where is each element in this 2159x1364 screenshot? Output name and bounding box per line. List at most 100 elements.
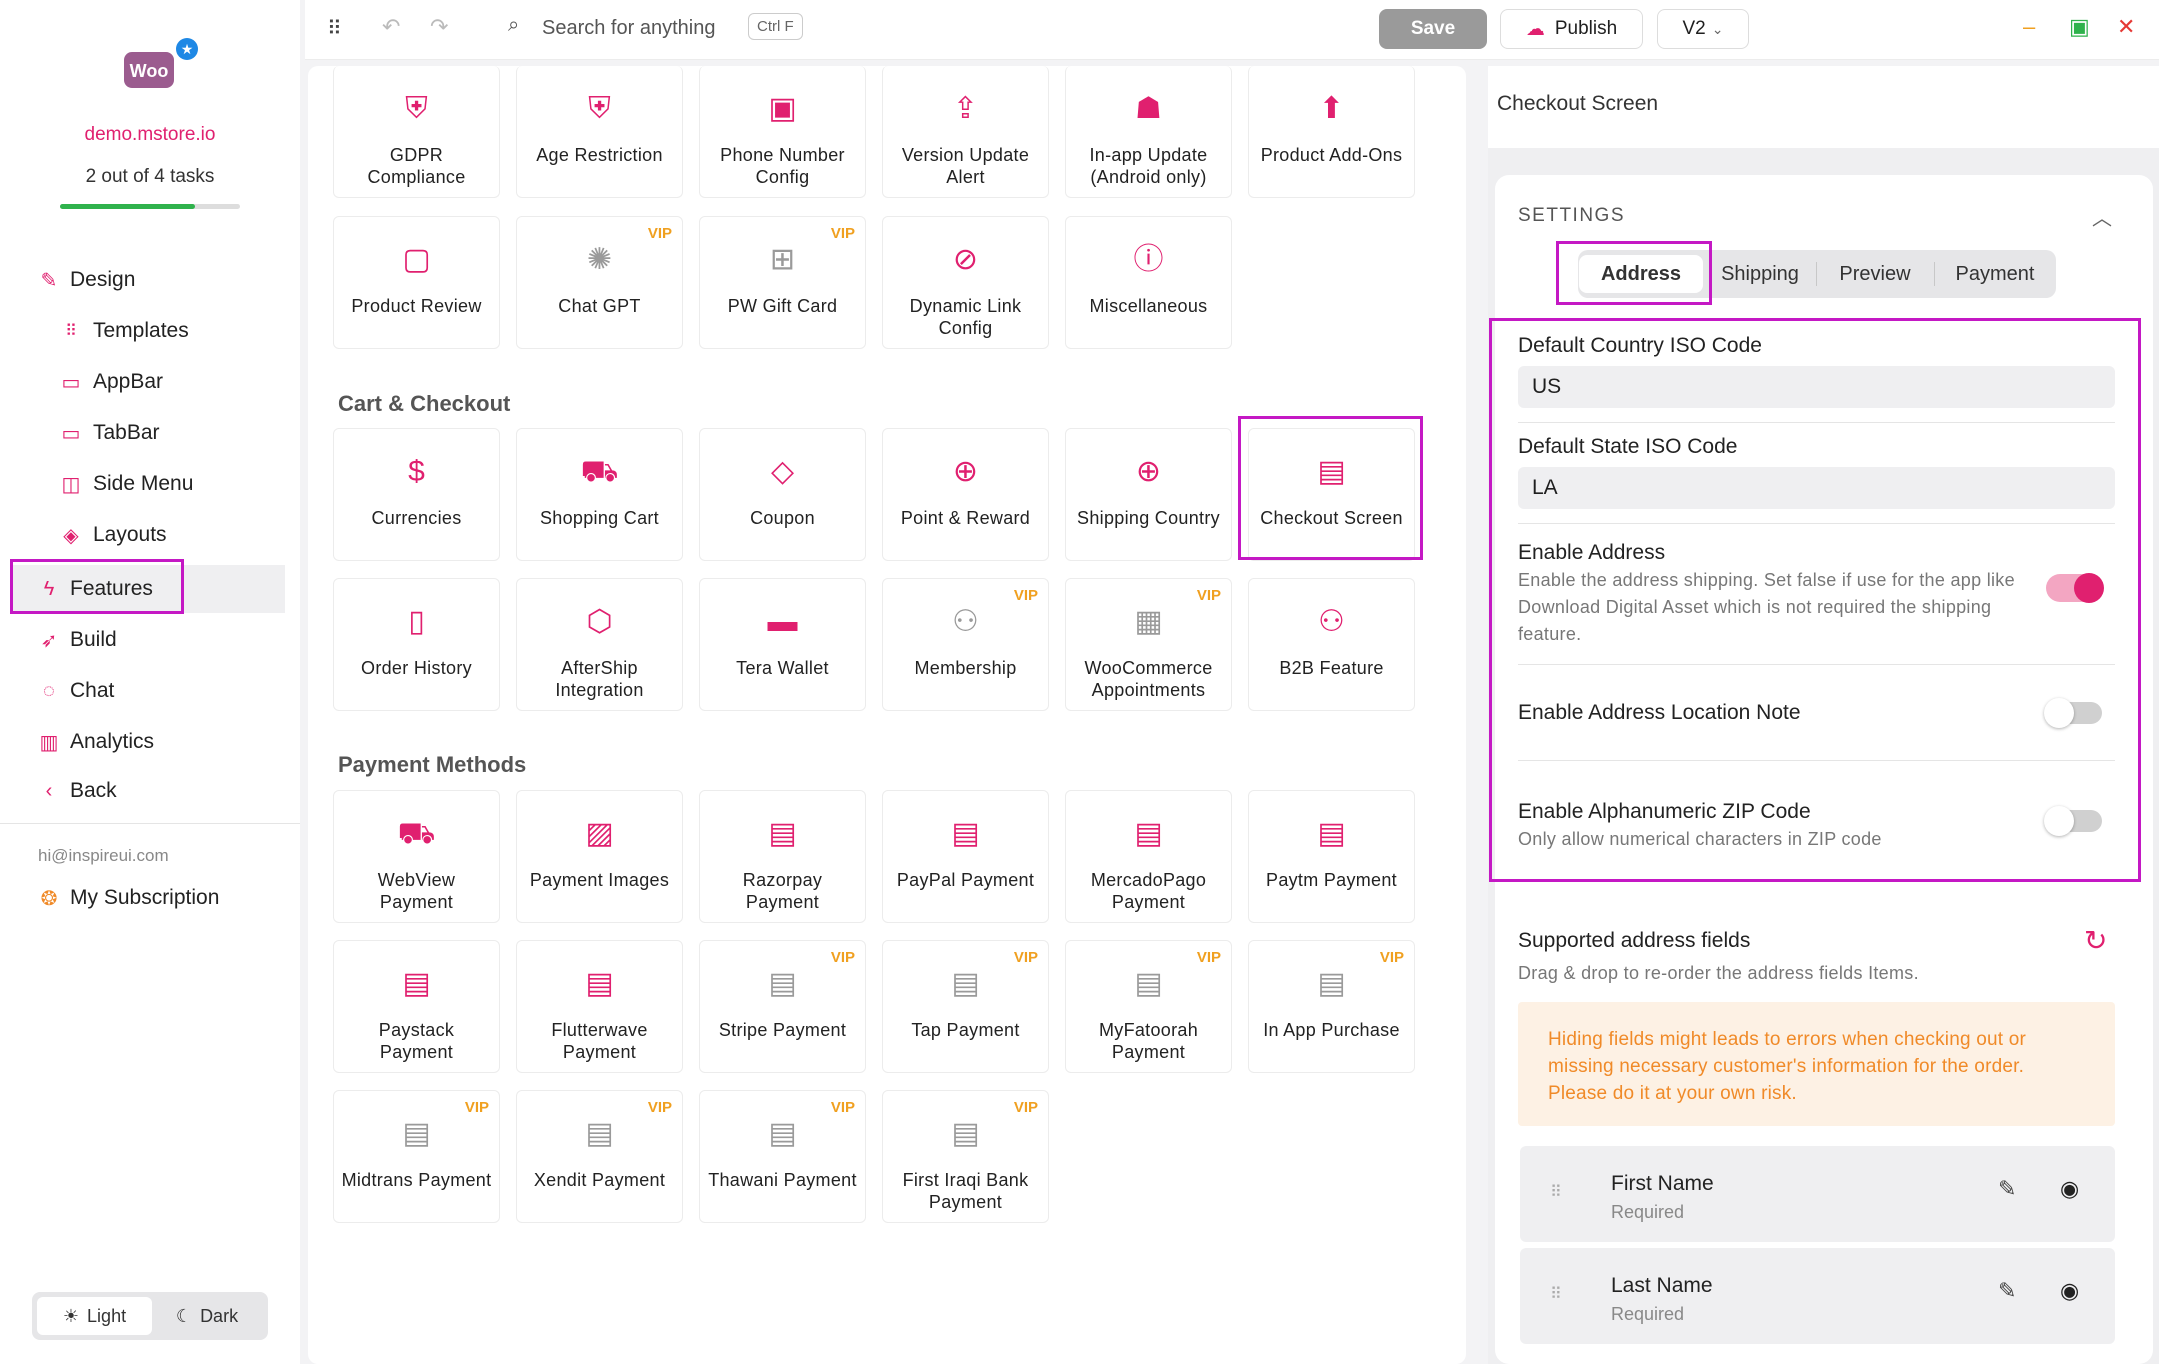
- address-field-row[interactable]: ⠿ First Name Required ✎ ◉: [1520, 1146, 2115, 1242]
- feature-card[interactable]: ▤ MercadoPago Payment: [1065, 790, 1232, 923]
- upload-icon: ⇪: [952, 92, 979, 125]
- feature-card[interactable]: ⬡ AfterShip Integration: [516, 578, 683, 711]
- feature-card[interactable]: ⚇ B2B Feature: [1248, 578, 1415, 711]
- feature-card[interactable]: ⛨ Age Restriction: [516, 66, 683, 198]
- refresh-icon[interactable]: ↻: [2084, 924, 2107, 957]
- feature-card[interactable]: ⓘ Miscellaneous: [1065, 216, 1232, 349]
- feature-card[interactable]: ▤ Tap Payment VIP: [882, 940, 1049, 1073]
- feature-card[interactable]: ▤ Paystack Payment: [333, 940, 500, 1073]
- feature-card[interactable]: ⛟ Shopping Cart: [516, 428, 683, 561]
- maximize-icon[interactable]: ▣: [2069, 14, 2090, 40]
- vip-badge: VIP: [647, 1099, 672, 1116]
- nav-tabbar[interactable]: ▭ TabBar: [0, 409, 300, 457]
- feature-card[interactable]: ▤ Stripe Payment VIP: [699, 940, 866, 1073]
- location-note-toggle[interactable]: [2044, 698, 2102, 728]
- feature-card[interactable]: ⊘ Dynamic Link Config: [882, 216, 1049, 349]
- feature-card[interactable]: ▢ Product Review: [333, 216, 500, 349]
- feature-card[interactable]: ▬ Tera Wallet: [699, 578, 866, 711]
- feature-card[interactable]: ▤ Xendit Payment VIP: [516, 1090, 683, 1223]
- save-button[interactable]: Save: [1379, 9, 1487, 49]
- tab-shipping[interactable]: Shipping: [1708, 250, 1812, 298]
- nav-label: Side Menu: [93, 472, 194, 495]
- feature-card[interactable]: ⛨ GDPR Compliance: [333, 66, 500, 198]
- nav-appbar[interactable]: ▭ AppBar: [0, 358, 300, 406]
- nav-chat[interactable]: ◌ Chat: [0, 667, 300, 715]
- feature-card-label: Checkout Screen: [1260, 508, 1403, 528]
- feature-card[interactable]: ▤ Midtrans Payment VIP: [333, 1090, 500, 1223]
- eye-icon[interactable]: ◉: [2060, 1176, 2079, 1202]
- address-field-row[interactable]: ⠿ Last Name Required ✎ ◉: [1520, 1248, 2115, 1344]
- feature-card[interactable]: ▤ Thawani Payment VIP: [699, 1090, 866, 1223]
- undo-icon[interactable]: ↶: [382, 14, 400, 40]
- user-email: hi@inspireui.com: [38, 846, 169, 865]
- feature-card[interactable]: ▤ MyFatoorah Payment VIP: [1065, 940, 1232, 1073]
- feature-card[interactable]: ☗ In-app Update (Android only): [1065, 66, 1232, 198]
- theme-light-label: Light: [87, 1305, 127, 1326]
- version-select[interactable]: V2 ⌄: [1657, 9, 1749, 49]
- feature-card[interactable]: ▤ Paytm Payment: [1248, 790, 1415, 923]
- drag-handle-icon[interactable]: ⠿: [1550, 1182, 1562, 1202]
- feature-card[interactable]: $ Currencies: [333, 428, 500, 561]
- feature-card[interactable]: ▤ Checkout Screen: [1248, 428, 1415, 561]
- theme-switcher: ☀ Light ☾ Dark: [32, 1292, 268, 1340]
- feature-card[interactable]: ▤ In App Purchase VIP: [1248, 940, 1415, 1073]
- card-icon: ▤: [951, 967, 980, 1000]
- theme-dark-button[interactable]: ☾ Dark: [152, 1297, 262, 1335]
- feature-card[interactable]: ⊕ Shipping Country: [1065, 428, 1232, 561]
- feature-card[interactable]: ▤ First Iraqi Bank Payment VIP: [882, 1090, 1049, 1223]
- store-name[interactable]: demo.mstore.io: [0, 124, 300, 146]
- theme-light-button[interactable]: ☀ Light: [37, 1297, 152, 1335]
- minimize-icon[interactable]: –: [2023, 14, 2035, 40]
- country-iso-input[interactable]: US: [1518, 366, 2115, 408]
- tab-preview[interactable]: Preview: [1820, 250, 1930, 298]
- edit-icon[interactable]: ✎: [1998, 1176, 2016, 1202]
- feature-card[interactable]: ▤ Flutterwave Payment: [516, 940, 683, 1073]
- toggle-knob: [2044, 806, 2074, 836]
- feature-card[interactable]: ▦ WooCommerce Appointments VIP: [1065, 578, 1232, 711]
- chevron-up-icon[interactable]: ︿: [2092, 202, 2112, 231]
- edit-icon[interactable]: ✎: [1998, 1278, 2016, 1304]
- zip-code-toggle[interactable]: [2044, 806, 2102, 836]
- nav-features[interactable]: ϟ Features: [10, 565, 285, 613]
- nav-templates[interactable]: ⠿ Templates: [0, 307, 300, 355]
- nav-back[interactable]: ‹ Back: [0, 767, 300, 815]
- eye-icon[interactable]: ◉: [2060, 1278, 2079, 1304]
- state-iso-input[interactable]: LA: [1518, 467, 2115, 509]
- feature-card[interactable]: ▯ Order History: [333, 578, 500, 711]
- toggle-knob: [2044, 698, 2074, 728]
- feature-card[interactable]: ⇪ Version Update Alert: [882, 66, 1049, 198]
- feature-card[interactable]: ⛟ WebView Payment: [333, 790, 500, 923]
- nav-side-menu[interactable]: ◫ Side Menu: [0, 460, 300, 508]
- nav-build[interactable]: ➶ Build: [0, 616, 300, 664]
- enable-address-toggle[interactable]: [2046, 573, 2104, 603]
- feature-card[interactable]: ✺ Chat GPT VIP: [516, 216, 683, 349]
- apps-grid-icon[interactable]: ⠿: [327, 16, 342, 41]
- tab-divider: [1934, 262, 1935, 286]
- divider: [1518, 523, 2115, 524]
- feature-card[interactable]: ◇ Coupon: [699, 428, 866, 561]
- nav-my-subscription[interactable]: ❂ My Subscription: [0, 874, 300, 922]
- search-input[interactable]: Search for anything: [542, 17, 715, 40]
- publish-button[interactable]: ☁ Publish: [1500, 9, 1643, 49]
- vip-badge: VIP: [1196, 587, 1221, 604]
- nav-layouts[interactable]: ◈ Layouts: [0, 511, 300, 559]
- tab-address[interactable]: Address: [1579, 255, 1703, 293]
- box-icon: ⬡: [586, 605, 613, 638]
- nav-design[interactable]: ✎ Design: [0, 256, 300, 304]
- tab-payment[interactable]: Payment: [1938, 250, 2052, 298]
- feature-card[interactable]: ⊞ PW Gift Card VIP: [699, 216, 866, 349]
- feature-card[interactable]: ⚇ Membership VIP: [882, 578, 1049, 711]
- feature-card[interactable]: ⬆ Product Add-Ons: [1248, 66, 1415, 198]
- feature-card[interactable]: ▨ Payment Images: [516, 790, 683, 923]
- redo-icon[interactable]: ↷: [430, 14, 448, 40]
- chevron-left-icon: ‹: [45, 779, 53, 802]
- nav-analytics[interactable]: ▥ Analytics: [0, 718, 300, 766]
- feature-card[interactable]: ▤ PayPal Payment: [882, 790, 1049, 923]
- feature-card[interactable]: ▤ Razorpay Payment: [699, 790, 866, 923]
- feature-card[interactable]: ⊕ Point & Reward: [882, 428, 1049, 561]
- sun-icon: ☀: [62, 1305, 80, 1326]
- calendar-icon: ▦: [1134, 605, 1163, 638]
- feature-card[interactable]: ▣ Phone Number Config: [699, 66, 866, 198]
- drag-handle-icon[interactable]: ⠿: [1550, 1284, 1562, 1304]
- close-icon[interactable]: ✕: [2117, 14, 2135, 40]
